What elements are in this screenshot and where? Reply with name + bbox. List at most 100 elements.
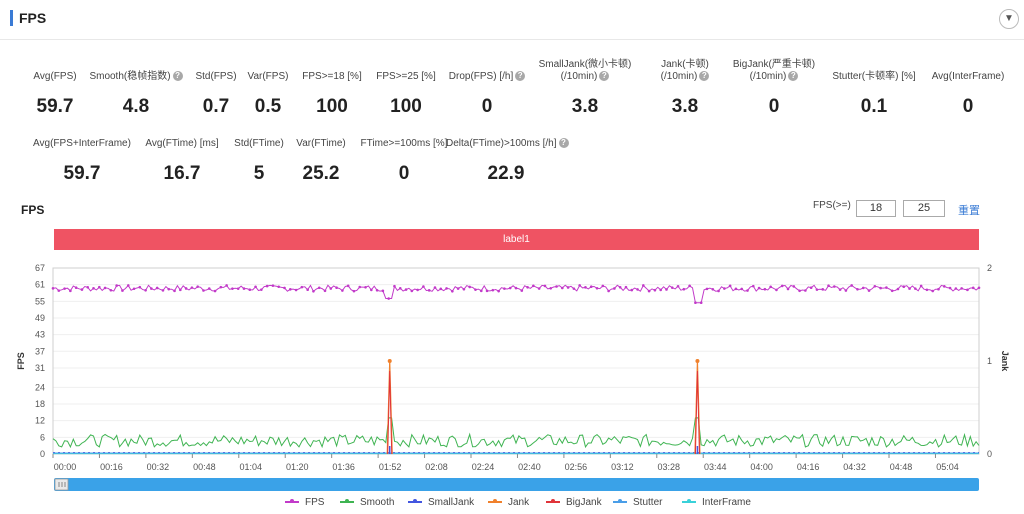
fps-point: [653, 288, 657, 292]
x-tick-label: 04:48: [890, 462, 913, 472]
fps-point: [636, 288, 639, 291]
y-tick-label: 43: [35, 330, 45, 340]
legend-label: Stutter: [633, 497, 663, 508]
fps-point: [231, 287, 234, 290]
fps-point: [335, 286, 338, 290]
fps-point: [699, 301, 703, 305]
fps-point: [798, 289, 801, 293]
fps-point: [780, 284, 784, 288]
x-tick-label: 02:56: [565, 462, 588, 472]
legend-item-jank[interactable]: Jank: [488, 497, 529, 508]
fps-point: [213, 289, 217, 293]
legend-swatch: [408, 499, 422, 504]
fps-point: [167, 287, 171, 291]
fps-point: [283, 286, 286, 290]
x-tick-label: 03:28: [658, 462, 681, 472]
fps-point: [890, 289, 894, 293]
fps-point: [879, 286, 882, 290]
legend-item-smalljank[interactable]: SmallJank: [408, 497, 474, 508]
fps-point: [485, 289, 489, 293]
x-tick-label: 04:16: [797, 462, 820, 472]
fps-point: [416, 288, 419, 292]
x-tick-label: 02:08: [425, 462, 448, 472]
fps-point: [873, 284, 877, 288]
fps-point: [161, 289, 165, 292]
fps-point: [254, 285, 257, 289]
fps-point: [821, 288, 825, 291]
fps-point: [954, 287, 958, 290]
fps-point: [51, 287, 55, 290]
fps-point: [665, 288, 668, 291]
fps-point: [132, 287, 136, 291]
fps-point: [908, 287, 911, 290]
fps-point: [578, 284, 581, 287]
fps-point: [393, 284, 396, 288]
fps-point: [734, 287, 738, 291]
fps-point: [74, 286, 78, 290]
fps-point: [341, 289, 344, 292]
fps-point: [838, 288, 842, 291]
fps-point: [751, 284, 755, 288]
fps-point: [977, 286, 981, 290]
fps-point: [207, 287, 211, 290]
fps-point: [375, 288, 379, 292]
fps-point: [815, 288, 819, 291]
fps-point: [196, 285, 199, 288]
fps-point: [705, 287, 709, 291]
fps-point: [925, 288, 929, 292]
legend-swatch: [285, 499, 299, 504]
fps-point: [792, 285, 796, 288]
x-tick-label: 01:04: [240, 462, 263, 472]
y2-tick-label: 2: [987, 263, 992, 273]
fps-point: [202, 289, 205, 292]
legend-item-bigjank[interactable]: BigJank: [546, 497, 602, 508]
fps-point: [885, 286, 888, 289]
fps-point: [109, 288, 113, 292]
legend-swatch: [340, 499, 354, 504]
fps-point: [555, 285, 558, 288]
legend-item-fps[interactable]: FPS: [285, 497, 324, 508]
fps-point: [422, 285, 425, 288]
y-tick-label: 12: [35, 416, 45, 426]
y-tick-label: 24: [35, 382, 45, 392]
fps-point: [508, 286, 512, 290]
fps-point: [763, 287, 767, 291]
legend-item-interframe[interactable]: InterFrame: [682, 497, 751, 508]
fps-point: [126, 284, 130, 287]
fps-point: [642, 284, 645, 287]
fps-point: [902, 285, 906, 289]
fps-point: [757, 286, 761, 290]
jank-point: [695, 359, 700, 363]
legend-label: InterFrame: [702, 497, 751, 508]
fps-point: [98, 285, 101, 289]
fps-point: [676, 284, 680, 288]
legend-label: FPS: [305, 497, 325, 508]
range-slider-track[interactable]: [54, 478, 979, 491]
fps-point: [433, 286, 437, 289]
y-tick-label: 31: [35, 363, 45, 373]
y-tick-label: 49: [35, 313, 45, 323]
x-tick-label: 01:20: [286, 462, 309, 472]
legend-item-stutter[interactable]: Stutter: [613, 497, 662, 508]
y-tick-label: 61: [35, 280, 45, 290]
fps-point: [861, 286, 865, 290]
fps-point: [971, 286, 975, 290]
x-tick-label: 04:32: [843, 462, 866, 472]
fps-point: [711, 288, 715, 291]
fps-point: [624, 285, 628, 289]
bigjank-overlay: [387, 370, 393, 455]
legend-label: SmallJank: [428, 497, 475, 508]
fps-chart: 0612182431374349556167012FPS Jank00:00 00:…: [16, 263, 1010, 491]
legend-label: Smooth: [360, 497, 395, 508]
fps-point: [960, 287, 963, 290]
fps-point: [503, 287, 506, 290]
fps-point: [514, 286, 518, 290]
fps-point: [190, 286, 194, 289]
plot-frame: [52, 267, 980, 455]
fps-point: [479, 289, 483, 293]
fps-point: [398, 287, 402, 290]
fps-point: [271, 284, 275, 287]
x-tick-label: 00:48: [193, 462, 216, 472]
fps-point: [86, 286, 90, 289]
legend-item-smooth[interactable]: Smooth: [340, 497, 394, 508]
